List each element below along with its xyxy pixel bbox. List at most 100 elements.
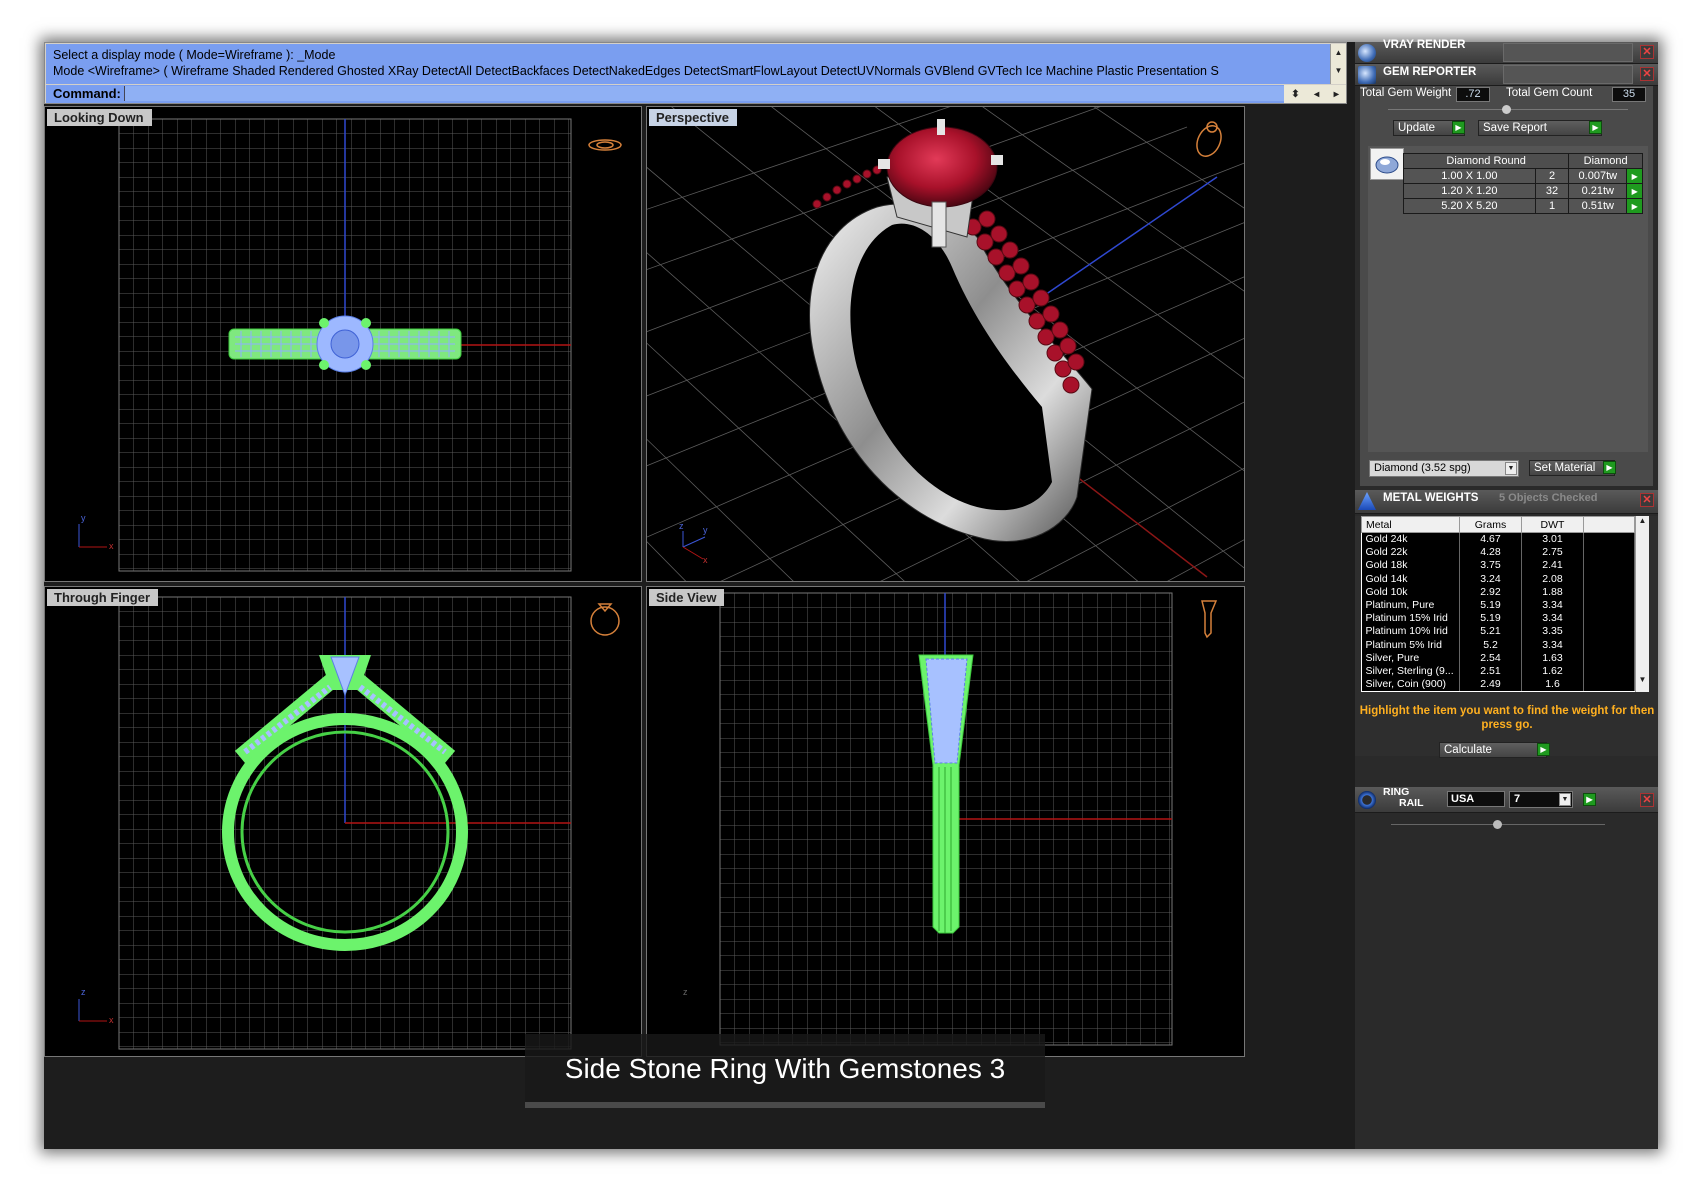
vray-render-header[interactable]: VRAY RENDER ✕ — [1355, 39, 1658, 64]
gem-weight: 0.007tw — [1568, 168, 1628, 184]
row-go-button[interactable]: ▶ — [1626, 183, 1643, 199]
table-row[interactable]: 1.00 X 1.00 2 0.007tw ▶ — [1403, 168, 1643, 184]
metal-list-scrollbar[interactable]: ▲ ▼ — [1635, 516, 1649, 692]
dwt: 1.6 — [1521, 677, 1584, 691]
ring-mini-icon — [1201, 600, 1218, 639]
gem-count: 1 — [1534, 198, 1570, 214]
grams: 5.2 — [1459, 638, 1522, 652]
table-row[interactable]: Platinum 5% Irid 5.2 3.34 — [1361, 638, 1635, 652]
table-row[interactable]: 5.20 X 5.20 1 0.51tw ▶ — [1403, 198, 1643, 214]
ring-rail-go-button[interactable]: ▶ — [1583, 793, 1596, 806]
ring-render — [809, 119, 1093, 542]
calculate-go-button[interactable]: ▶ — [1537, 743, 1550, 756]
total-gem-weight-value: .72 — [1456, 87, 1490, 102]
axis-label-z: z — [679, 521, 684, 531]
panel-tab[interactable] — [1503, 65, 1633, 84]
metal-weights-header[interactable]: METAL WEIGHTS 5 Objects Checked ✕ — [1355, 490, 1658, 514]
splitter-handle[interactable] — [1502, 105, 1511, 114]
table-row[interactable]: Gold 14k 3.24 2.08 — [1361, 572, 1635, 586]
table-row[interactable]: 1.20 X 1.20 32 0.21tw ▶ — [1403, 183, 1643, 199]
table-row[interactable]: Silver, Coin (900) 2.49 1.6 — [1361, 677, 1635, 691]
command-input[interactable] — [124, 86, 1309, 101]
history-line: Select a display mode ( Mode=Wireframe )… — [53, 48, 336, 62]
table-row[interactable]: Gold 22k 4.28 2.75 — [1361, 545, 1635, 559]
set-material-go-button[interactable]: ▶ — [1603, 461, 1616, 474]
grams: 3.24 — [1459, 572, 1522, 586]
command-nav[interactable]: ⬍ ◂ ▸ — [1284, 85, 1346, 103]
gem-size: 1.00 X 1.00 — [1403, 168, 1536, 184]
close-icon[interactable]: ✕ — [1640, 67, 1654, 81]
history-scrollbar[interactable]: ▲ ▼ — [1330, 44, 1346, 84]
table-row[interactable]: Platinum, Pure 5.19 3.34 — [1361, 598, 1635, 612]
table-row[interactable]: Gold 10k 2.92 1.88 — [1361, 585, 1635, 599]
table-row[interactable]: Gold 24k 4.67 3.01 — [1361, 532, 1635, 546]
column-header — [1583, 516, 1635, 533]
command-area: Select a display mode ( Mode=Wireframe )… — [44, 42, 1347, 104]
viewport-canvas — [647, 107, 1244, 581]
ring-size-standard-field[interactable]: USA — [1447, 791, 1505, 807]
chevron-down-icon[interactable]: ▼ — [1559, 793, 1571, 806]
viewport-perspective[interactable]: Perspective z y x — [646, 106, 1245, 582]
grams: 5.19 — [1459, 611, 1522, 625]
metal-weights-list[interactable]: Metal Grams DWT Gold 24k 4.67 3.01 Gold 22… — [1361, 516, 1635, 692]
cell-empty — [1583, 624, 1635, 638]
table-row[interactable]: Gold 18k 3.75 2.41 — [1361, 558, 1635, 573]
cell-empty — [1583, 611, 1635, 625]
update-go-button[interactable]: ▶ — [1452, 121, 1465, 134]
gem-reporter-icon — [1358, 66, 1376, 84]
metal-weights-icon — [1358, 492, 1376, 510]
grams: 2.92 — [1459, 585, 1522, 599]
material-select[interactable]: Diamond (3.52 spg) ▼ — [1369, 460, 1519, 477]
viewport-title[interactable]: Through Finger — [47, 589, 159, 606]
ring-size-select[interactable]: 7 ▼ — [1509, 791, 1573, 808]
cell-empty — [1583, 651, 1635, 665]
button-label: Update — [1398, 122, 1436, 134]
metal-name: Silver, Sterling (9... — [1361, 664, 1460, 678]
axis-label-x: x — [109, 541, 114, 551]
panel-tab[interactable] — [1503, 43, 1633, 62]
table-row[interactable]: Platinum 10% Irid 5.21 3.35 — [1361, 624, 1635, 638]
viewport-title[interactable]: Perspective — [649, 109, 737, 126]
total-gem-count-value: 35 — [1612, 87, 1646, 102]
viewport-through-finger[interactable]: Through Finger z x — [44, 586, 642, 1057]
table-header-row: Diamond Round Diamond — [1402, 153, 1643, 169]
gem-reporter-header[interactable]: GEM REPORTER ✕ — [1355, 64, 1658, 86]
ring-rail-icon — [1358, 791, 1376, 809]
dwt: 1.88 — [1521, 585, 1584, 599]
table-row[interactable]: Silver, Pure 2.54 1.63 — [1361, 651, 1635, 665]
viewport-side-view[interactable]: Side View z — [646, 586, 1245, 1057]
calculate-button[interactable]: Calculate — [1439, 742, 1547, 758]
ring-rail-header[interactable]: RING RAIL USA 7 ▼ ▶ ✕ — [1355, 787, 1658, 813]
cell-empty — [1583, 532, 1635, 546]
table-row[interactable]: Silver, Sterling (9... 2.51 1.62 — [1361, 664, 1635, 678]
save-report-button[interactable]: Save Report — [1478, 120, 1602, 136]
row-go-button[interactable]: ▶ — [1626, 168, 1643, 184]
grams: 4.28 — [1459, 545, 1522, 559]
row-go-button[interactable]: ▶ — [1626, 198, 1643, 214]
grams: 5.19 — [1459, 598, 1522, 612]
table-header-row: Metal Grams DWT — [1361, 516, 1635, 533]
column-header: Grams — [1459, 516, 1522, 533]
cell-empty — [1583, 585, 1635, 599]
viewport-title[interactable]: Side View — [649, 589, 725, 606]
splitter-handle[interactable] — [1493, 820, 1502, 829]
save-report-go-button[interactable]: ▶ — [1589, 121, 1602, 134]
cell-empty — [1583, 558, 1635, 573]
viewport-looking-down[interactable]: Looking Down y x — [44, 106, 642, 582]
axis-label-x: x — [109, 1015, 114, 1025]
chevron-down-icon[interactable]: ▼ — [1505, 462, 1517, 475]
close-icon[interactable]: ✕ — [1640, 793, 1654, 807]
close-icon[interactable]: ✕ — [1640, 45, 1654, 59]
viewport-title[interactable]: Looking Down — [47, 109, 152, 126]
close-icon[interactable]: ✕ — [1640, 493, 1654, 507]
grams: 3.75 — [1459, 558, 1522, 573]
metal-name: Gold 22k — [1361, 545, 1460, 559]
ring-mini-icon — [1196, 121, 1222, 157]
arrow-left-icon[interactable]: ◂ — [1314, 89, 1319, 100]
scroll-updown-icon[interactable]: ⬍ — [1291, 89, 1299, 100]
axis-label-x: x — [703, 555, 708, 565]
arrow-right-icon[interactable]: ▸ — [1334, 89, 1339, 100]
viewport-canvas — [78, 596, 620, 1050]
axis-label-y: y — [81, 513, 86, 523]
table-row[interactable]: Platinum 15% Irid 5.19 3.34 — [1361, 611, 1635, 625]
